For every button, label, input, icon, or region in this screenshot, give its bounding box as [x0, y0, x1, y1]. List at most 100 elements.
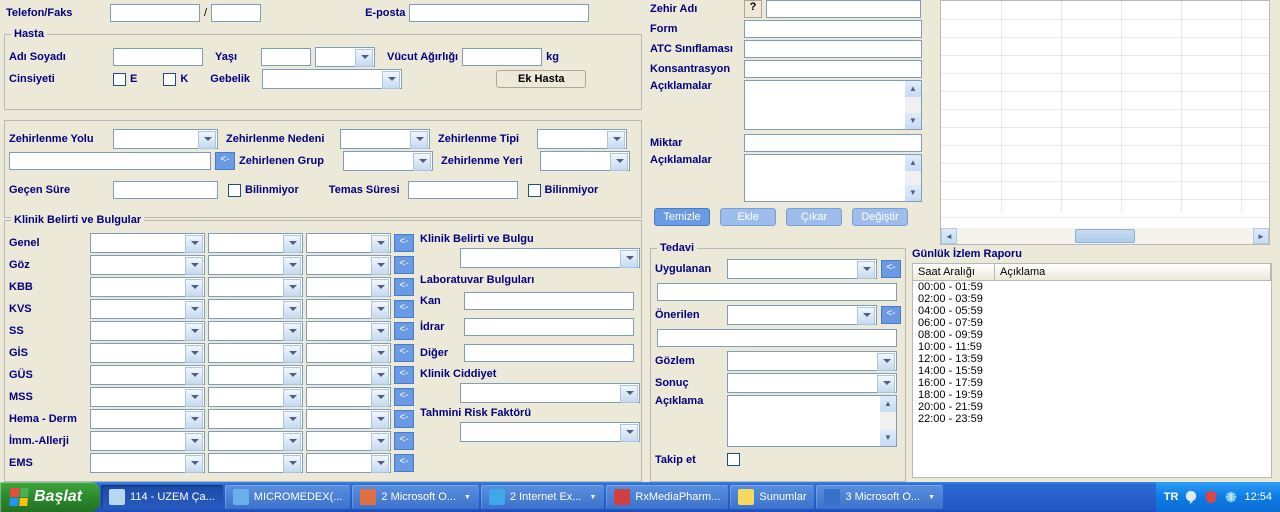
cinsiyet-e-checkbox[interactable]	[113, 73, 126, 86]
onerilen-arrow[interactable]: <-	[881, 306, 901, 324]
taskbar-item-4[interactable]: RxMediaPharm...	[606, 485, 728, 509]
cf-combo1-0[interactable]	[90, 233, 205, 253]
zehirlenme-extra-input[interactable]	[9, 152, 211, 170]
gebelik-combo[interactable]	[262, 69, 402, 89]
izlem-col1[interactable]: Saat Aralığı	[913, 264, 995, 280]
cf-combo2-10[interactable]	[208, 453, 303, 473]
zehirlenme-yeri-combo[interactable]	[540, 151, 630, 171]
taskbar-item-0[interactable]: 114 - UZEM Ça...	[101, 485, 223, 509]
cf-combo3-10[interactable]	[306, 453, 391, 473]
bilinmiyor1-checkbox[interactable]	[228, 184, 241, 197]
zehirlenme-tipi-combo[interactable]	[537, 129, 627, 149]
cf-arrow-3[interactable]: <-	[394, 300, 414, 318]
miktar-input[interactable]	[744, 134, 922, 152]
cf-combo3-9[interactable]	[306, 431, 391, 451]
telefon-input[interactable]	[110, 4, 200, 22]
form-input[interactable]	[744, 20, 922, 38]
tahmini-risk-combo[interactable]	[460, 422, 640, 442]
system-tray[interactable]: TR 12:54	[1156, 482, 1280, 512]
cf-arrow-10[interactable]: <-	[394, 454, 414, 472]
cf-arrow-4[interactable]: <-	[394, 322, 414, 340]
takip-et-checkbox[interactable]	[727, 453, 740, 466]
cikar-button[interactable]: Çıkar	[786, 208, 842, 226]
yasi-input[interactable]	[261, 48, 311, 66]
cf-combo1-10[interactable]	[90, 453, 205, 473]
ek-hasta-button[interactable]: Ek Hasta	[496, 70, 586, 88]
zehirlenme-yolu-combo[interactable]	[113, 129, 218, 149]
onerilen-input[interactable]	[657, 329, 897, 347]
idrar-input[interactable]	[464, 318, 634, 336]
aciklamalar-textarea[interactable]	[744, 80, 922, 130]
cf-arrow-1[interactable]: <-	[394, 256, 414, 274]
taskbar-item-2[interactable]: 2 Microsoft O...▼	[352, 485, 479, 509]
izlem-table[interactable]: Saat Aralığı Açıklama 00:00 - 01:5902:00…	[912, 263, 1272, 478]
cf-arrow-8[interactable]: <-	[394, 410, 414, 428]
data-grid[interactable]: ◄►	[940, 0, 1270, 245]
yasi-unit-combo[interactable]	[315, 47, 375, 67]
cf-combo3-8[interactable]	[306, 409, 391, 429]
cf-combo1-6[interactable]	[90, 365, 205, 385]
cf-combo2-3[interactable]	[208, 299, 303, 319]
cf-combo1-1[interactable]	[90, 255, 205, 275]
faks-input[interactable]	[211, 4, 261, 22]
cf-combo1-3[interactable]	[90, 299, 205, 319]
taskbar-item-6[interactable]: 3 Microsoft O...▼	[816, 485, 943, 509]
adi-soyadi-input[interactable]	[113, 48, 203, 66]
cf-arrow-5[interactable]: <-	[394, 344, 414, 362]
cf-combo1-7[interactable]	[90, 387, 205, 407]
cf-combo2-8[interactable]	[208, 409, 303, 429]
cf-combo3-2[interactable]	[306, 277, 391, 297]
tray-language[interactable]: TR	[1164, 491, 1179, 503]
klinik-belirti-bulgu-combo[interactable]	[460, 248, 640, 268]
cf-combo3-6[interactable]	[306, 365, 391, 385]
kan-input[interactable]	[464, 292, 634, 310]
cf-combo1-8[interactable]	[90, 409, 205, 429]
cf-combo3-7[interactable]	[306, 387, 391, 407]
cf-combo1-4[interactable]	[90, 321, 205, 341]
ekle-button[interactable]: Ekle	[720, 208, 776, 226]
cf-arrow-6[interactable]: <-	[394, 366, 414, 384]
cf-arrow-9[interactable]: <-	[394, 432, 414, 450]
cf-combo2-7[interactable]	[208, 387, 303, 407]
izlem-col2[interactable]: Açıklama	[995, 264, 1271, 280]
cf-combo3-1[interactable]	[306, 255, 391, 275]
degistir-button[interactable]: Değiştir	[852, 208, 908, 226]
cf-arrow-0[interactable]: <-	[394, 234, 414, 252]
grid-hscroll[interactable]: ◄►	[941, 228, 1269, 244]
zehirlenen-grup-combo[interactable]	[343, 151, 433, 171]
cf-combo1-2[interactable]	[90, 277, 205, 297]
cinsiyet-k-checkbox[interactable]	[163, 73, 176, 86]
temas-suresi-input[interactable]	[408, 181, 518, 199]
tray-balloon-icon[interactable]	[1184, 490, 1198, 504]
cf-combo3-4[interactable]	[306, 321, 391, 341]
taskbar-item-1[interactable]: MICROMEDEX(...	[225, 485, 351, 509]
uygulanan-arrow[interactable]: <-	[881, 260, 901, 278]
cf-combo2-0[interactable]	[208, 233, 303, 253]
cf-combo2-5[interactable]	[208, 343, 303, 363]
zehir-adi-input[interactable]	[766, 0, 921, 18]
tray-globe-icon[interactable]	[1224, 490, 1238, 504]
cf-combo2-4[interactable]	[208, 321, 303, 341]
taskbar-item-5[interactable]: Sunumlar	[730, 485, 814, 509]
start-button[interactable]: Başlat	[0, 482, 100, 512]
aciklama-textarea[interactable]	[727, 395, 897, 447]
cf-combo3-5[interactable]	[306, 343, 391, 363]
zehir-adi-help-button[interactable]: ?	[744, 0, 762, 18]
cf-combo3-3[interactable]	[306, 299, 391, 319]
temizle-button[interactable]: Temizle	[654, 208, 710, 226]
atc-input[interactable]	[744, 40, 922, 58]
cf-combo1-9[interactable]	[90, 431, 205, 451]
cf-combo2-6[interactable]	[208, 365, 303, 385]
klinik-ciddiyet-combo[interactable]	[460, 383, 640, 403]
uygulanan-combo[interactable]	[727, 259, 877, 279]
onerilen-combo[interactable]	[727, 305, 877, 325]
gozlem-combo[interactable]	[727, 351, 897, 371]
zehirlenme-nedeni-combo[interactable]	[340, 129, 430, 149]
eposta-input[interactable]	[409, 4, 589, 22]
tray-clock[interactable]: 12:54	[1244, 491, 1272, 503]
bilinmiyor2-checkbox[interactable]	[528, 184, 541, 197]
diger-input[interactable]	[464, 344, 634, 362]
cf-arrow-7[interactable]: <-	[394, 388, 414, 406]
konsantrasyon-input[interactable]	[744, 60, 922, 78]
cf-combo2-1[interactable]	[208, 255, 303, 275]
